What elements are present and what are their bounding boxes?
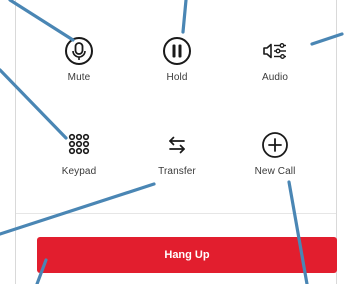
mute-button[interactable]: Mute: [35, 34, 123, 83]
new-call-button[interactable]: New Call: [231, 128, 319, 177]
keypad-grid-icon: [68, 133, 90, 155]
plus-circle-icon: [262, 132, 288, 158]
hold-label: Hold: [166, 72, 188, 83]
hold-button[interactable]: Hold: [133, 34, 221, 83]
microphone-icon: [65, 37, 93, 65]
hang-up-button[interactable]: Hang Up: [37, 237, 337, 273]
pause-circle-icon: [163, 37, 191, 65]
new-call-label: New Call: [254, 166, 296, 177]
transfer-arrows-icon: [169, 136, 185, 154]
keypad-label: Keypad: [61, 166, 97, 177]
audio-button[interactable]: Audio: [231, 34, 319, 83]
transfer-button[interactable]: Transfer: [133, 128, 221, 177]
keypad-button[interactable]: Keypad: [35, 128, 123, 177]
section-divider: [16, 213, 336, 214]
transfer-label: Transfer: [158, 166, 196, 177]
audio-label: Audio: [261, 72, 289, 83]
call-controls-screen: Mute Hold Audio Keypad Transfer New Call…: [0, 0, 344, 284]
audio-settings-icon: [263, 43, 286, 59]
mute-label: Mute: [67, 72, 91, 83]
